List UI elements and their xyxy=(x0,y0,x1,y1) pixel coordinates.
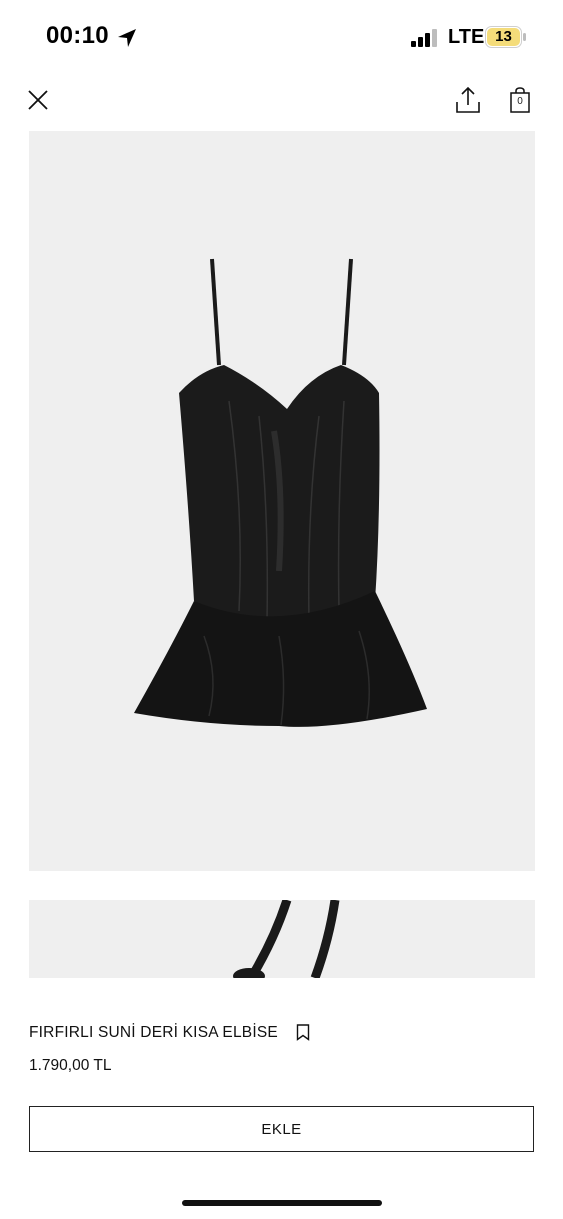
product-image[interactable] xyxy=(29,131,535,871)
add-to-cart-button[interactable]: EKLE xyxy=(29,1106,534,1152)
bookmark-icon[interactable] xyxy=(296,1024,310,1041)
close-icon[interactable] xyxy=(26,88,50,112)
battery-percent: 13 xyxy=(495,28,512,45)
dress-illustration xyxy=(134,258,427,727)
bag-count: 0 xyxy=(517,96,523,107)
product-price: 1.790,00 TL xyxy=(29,1057,112,1074)
home-indicator[interactable] xyxy=(182,1200,382,1206)
network-type: LTE xyxy=(448,26,485,48)
status-time: 00:10 xyxy=(46,22,109,49)
share-icon[interactable] xyxy=(455,86,481,114)
location-arrow-icon xyxy=(118,29,136,47)
product-image-2[interactable] xyxy=(29,900,535,978)
cellular-signal-icon xyxy=(411,29,437,47)
product-name: FIRFIRLI SUNİ DERİ KISA ELBİSE xyxy=(29,1024,278,1041)
dress-strap-closeup xyxy=(233,900,340,978)
